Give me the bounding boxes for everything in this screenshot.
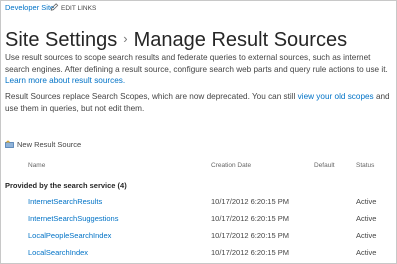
- new-result-source-label: New Result Source: [17, 140, 82, 149]
- breadcrumb-current: Manage Result Sources: [133, 29, 348, 52]
- top-nav: Developer Site EDIT LINKS: [5, 3, 96, 13]
- deprecation-paragraph: Result Sources replace Search Scopes, wh…: [5, 91, 393, 114]
- status-value: Active: [356, 214, 377, 223]
- page-frame: Developer Site EDIT LINKS Site Settings ›…: [0, 0, 397, 264]
- table-row: InternetSearchSuggestions 10/17/2012 6:2…: [1, 211, 396, 227]
- page-title: Site Settings › Manage Result Sources: [5, 25, 347, 54]
- breadcrumb-site-settings[interactable]: Site Settings: [5, 29, 117, 51]
- site-link[interactable]: Developer Site: [5, 3, 54, 12]
- table-row: LocalSearchIndex 10/17/2012 6:20:15 PM A…: [1, 245, 396, 261]
- table-row: LocalPeopleSearchIndex 10/17/2012 6:20:1…: [1, 228, 396, 244]
- column-header-default[interactable]: Default: [314, 162, 335, 169]
- intro-paragraph: Use result sources to scope search resul…: [5, 52, 393, 87]
- status-value: Active: [356, 248, 377, 257]
- column-header-name[interactable]: Name: [28, 162, 45, 169]
- intro-text: Use result sources to scope search resul…: [5, 53, 388, 74]
- creation-date: 10/17/2012 6:20:15 PM: [211, 214, 289, 223]
- result-source-link[interactable]: InternetSearchResults: [28, 194, 102, 210]
- learn-more-link[interactable]: Learn more about result sources.: [5, 76, 125, 85]
- status-value: Active: [356, 231, 377, 240]
- status-value: Active: [356, 197, 377, 206]
- deprecation-text-before: Result Sources replace Search Scopes, wh…: [5, 92, 296, 101]
- creation-date: 10/17/2012 6:20:15 PM: [211, 197, 289, 206]
- breadcrumb-separator: ›: [123, 31, 128, 47]
- view-old-scopes-link[interactable]: view your old scopes: [298, 92, 374, 101]
- column-header-status[interactable]: Status: [356, 162, 374, 169]
- new-result-source-button[interactable]: New Result Source: [5, 140, 81, 149]
- pencil-icon: [50, 3, 59, 11]
- creation-date: 10/17/2012 6:20:15 PM: [211, 248, 289, 257]
- group-header: Provided by the search service (4): [5, 181, 127, 190]
- edit-links-button[interactable]: EDIT LINKS: [50, 3, 96, 14]
- edit-links-label: EDIT LINKS: [61, 5, 97, 12]
- result-source-link[interactable]: InternetSearchSuggestions: [28, 211, 118, 227]
- table-row: InternetSearchResults 10/17/2012 6:20:15…: [1, 194, 396, 210]
- result-source-link[interactable]: LocalSearchIndex: [28, 245, 88, 261]
- column-header-creation-date[interactable]: Creation Date: [211, 162, 251, 169]
- result-source-link[interactable]: LocalPeopleSearchIndex: [28, 228, 111, 244]
- creation-date: 10/17/2012 6:20:15 PM: [211, 231, 289, 240]
- new-item-icon: [5, 140, 14, 148]
